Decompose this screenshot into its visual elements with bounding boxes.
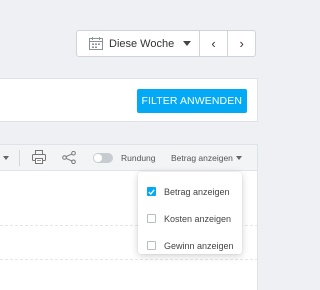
dropdown-item-gewinn[interactable]: Gewinn anzeigen [138, 232, 242, 259]
print-icon[interactable] [32, 150, 46, 169]
dropdown-item-label: Kosten anzeigen [164, 213, 232, 224]
week-range-label: Diese Woche [109, 37, 175, 50]
apply-filter-button[interactable]: FILTER ANWENDEN [136, 89, 247, 113]
next-week-button[interactable]: › [227, 31, 255, 56]
display-mode-dropdown: Betrag anzeigen Kosten anzeigen Gewinn a… [138, 172, 242, 254]
toolbar-divider [19, 150, 20, 166]
display-mode-label: Betrag anzeigen [171, 153, 233, 163]
checkbox[interactable] [147, 187, 156, 196]
rundung-toggle[interactable] [93, 153, 113, 163]
share-icon[interactable] [62, 150, 76, 169]
dropdown-item-betrag[interactable]: Betrag anzeigen [138, 178, 242, 205]
week-range-select[interactable]: Diese Woche [77, 31, 200, 56]
rundung-label: Rundung [121, 153, 156, 163]
display-mode-select[interactable]: Betrag anzeigen [171, 153, 242, 163]
app-root: Diese Woche ‹ › FILTER ANWENDEN Rundung … [0, 0, 274, 290]
checkbox[interactable] [147, 241, 156, 250]
dropdown-item-kosten[interactable]: Kosten anzeigen [138, 205, 242, 232]
dropdown-item-label: Gewinn anzeigen [164, 240, 234, 251]
dropdown-item-label: Betrag anzeigen [164, 186, 230, 197]
report-toolbar: Rundung Betrag anzeigen [0, 145, 257, 171]
week-range-control: Diese Woche ‹ › [76, 30, 256, 57]
checkbox[interactable] [147, 214, 156, 223]
previous-week-button[interactable]: ‹ [200, 31, 228, 56]
filter-card: FILTER ANWENDEN [0, 78, 258, 122]
table-row-divider [0, 259, 258, 260]
chevron-down-icon [182, 41, 191, 46]
chevron-down-icon[interactable] [3, 156, 9, 160]
chevron-down-icon [235, 156, 242, 160]
calendar-icon [89, 37, 103, 50]
